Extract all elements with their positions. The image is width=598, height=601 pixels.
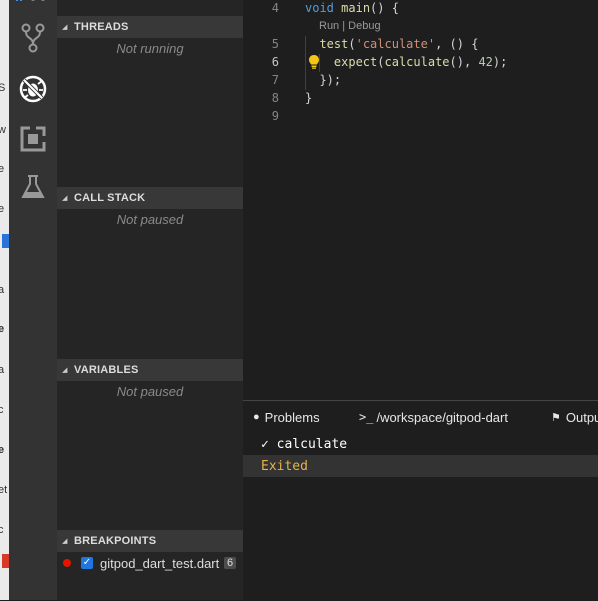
panel-tab-bar: ● Problems >_ /workspace/gitpod-dart ⚑ O… (243, 401, 598, 433)
code-line: void main() { (305, 1, 399, 15)
strip-glyph: e (0, 323, 5, 335)
strip-glyph: e (0, 163, 5, 175)
strip-blue-block (2, 234, 9, 248)
code-token: void (305, 1, 334, 15)
line-number: 6 (271, 55, 279, 69)
source-control-icon[interactable] (9, 16, 57, 60)
section-title: THREADS (74, 21, 129, 33)
info-circle-icon: ● (253, 411, 260, 423)
line-number: 8 (271, 91, 279, 105)
code-token: calculate (384, 55, 450, 69)
line-number: 7 (271, 73, 279, 87)
extensions-icon[interactable] (9, 117, 57, 161)
bottom-panel: ● Problems >_ /workspace/gitpod-dart ⚑ O… (243, 400, 598, 601)
breakpoint-checkbox[interactable]: ✓ (81, 557, 93, 569)
code-line: }); (305, 73, 341, 87)
expand-triangle-icon: ◢ (62, 195, 68, 202)
strip-glyph: S (0, 82, 6, 94)
strip-red-block (2, 554, 9, 568)
code-editor[interactable]: 4 void main() { Run | Debug 5 test('calc… (243, 0, 598, 400)
exited-status: Exited (261, 458, 308, 474)
variables-empty-text: Not paused (116, 384, 184, 399)
strip-glyph: w (0, 124, 6, 136)
tab-label: /workspace/gitpod-dart (376, 409, 508, 425)
test-status-row[interactable]: Exited (243, 455, 598, 477)
tab-label: Problems (264, 409, 320, 425)
code-token: ); (492, 55, 508, 69)
line-number: 4 (271, 1, 279, 15)
section-title: BREAKPOINTS (74, 535, 157, 547)
code-token: ( (377, 55, 385, 69)
line-number: 9 (271, 109, 279, 123)
code-token: test (319, 37, 349, 51)
flask-icon[interactable] (9, 165, 57, 209)
code-line: } (305, 91, 312, 105)
strip-glyph: c (0, 404, 4, 416)
code-token: ( (348, 37, 356, 51)
code-token: }); (305, 73, 342, 87)
strip-glyph: a (0, 364, 5, 376)
flag-icon: ⚑ (551, 411, 561, 424)
strip-glyph: et (0, 484, 8, 496)
code-token: main (341, 1, 371, 15)
strip-glyph: c (0, 524, 4, 536)
tab-output[interactable]: ⚑ Output (551, 401, 598, 433)
code-token: (), (449, 55, 479, 69)
activity-bar (9, 0, 57, 600)
strip-glyph: e (0, 444, 5, 456)
code-line: test('calculate', () { (305, 37, 478, 51)
tab-label: Output (565, 409, 598, 425)
background-window-strip: S w e e a e a c e et c (0, 0, 9, 600)
test-pass-label: ✓ calculate (261, 436, 348, 452)
threads-section-header[interactable]: ◢ THREADS (57, 16, 243, 38)
tab-terminal[interactable]: >_ /workspace/gitpod-dart (359, 401, 508, 433)
call-stack-section-header[interactable]: ◢ CALL STACK (57, 187, 243, 209)
code-token: , () { (435, 37, 479, 51)
code-token: 42 (478, 55, 493, 69)
code-token: () { (370, 1, 399, 15)
variables-section-header[interactable]: ◢ VARIABLES (57, 359, 243, 381)
run-toolbar-partial (9, 0, 57, 10)
breakpoint-file-name: gitpod_dart_test.dart (100, 555, 220, 571)
call-stack-empty-text: Not paused (116, 212, 184, 227)
debug-sidebar: ◢ THREADS Not running ◢ CALL STACK Not p… (57, 0, 243, 600)
strip-glyph: a (0, 284, 5, 296)
debug-icon[interactable] (9, 67, 57, 111)
line-number: 5 (271, 37, 279, 51)
code-token: } (305, 91, 313, 105)
code-token: 'calculate' (355, 37, 436, 51)
breakpoint-item[interactable]: ✓ gitpod_dart_test.dart 6 (57, 552, 243, 574)
expand-triangle-icon: ◢ (62, 367, 68, 374)
code-token: expect (333, 55, 378, 69)
terminal-icon: >_ (359, 410, 374, 424)
section-title: VARIABLES (74, 364, 139, 376)
breakpoint-dot-icon (63, 559, 71, 567)
code-line: expect(calculate(), 42); (305, 55, 507, 69)
expand-triangle-icon: ◢ (62, 538, 68, 545)
tab-problems[interactable]: ● Problems (253, 401, 320, 433)
expand-triangle-icon: ◢ (62, 24, 68, 31)
strip-glyph: e (0, 203, 5, 215)
threads-empty-text: Not running (116, 41, 184, 56)
breakpoints-section-header[interactable]: ◢ BREAKPOINTS (57, 530, 243, 552)
breakpoint-line-badge: 6 (224, 557, 237, 569)
section-title: CALL STACK (74, 192, 146, 204)
test-result-row[interactable]: ✓ calculate (243, 433, 598, 455)
codelens-run-debug[interactable]: Run | Debug (319, 20, 381, 32)
